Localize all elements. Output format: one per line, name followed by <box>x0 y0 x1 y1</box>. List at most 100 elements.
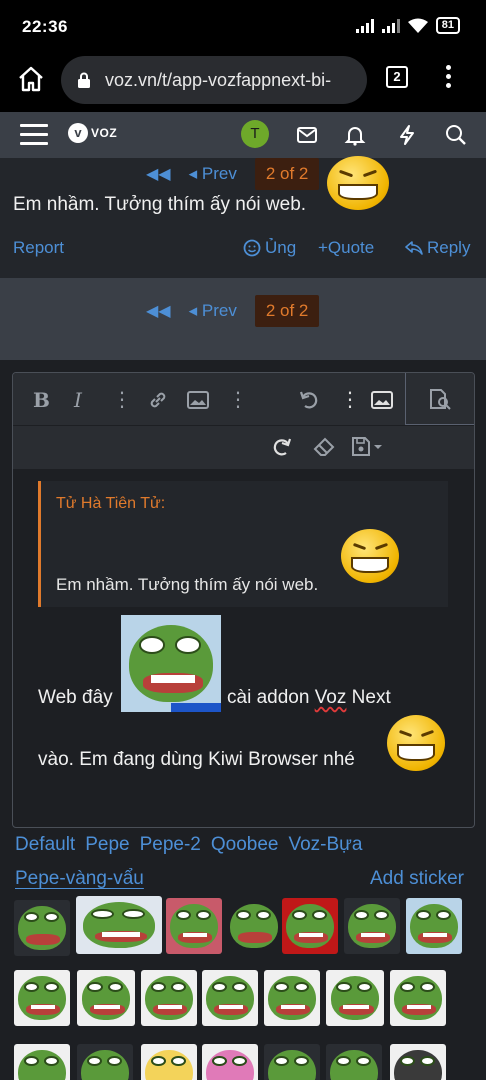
sticker-item[interactable] <box>141 970 197 1026</box>
lock-icon <box>78 72 90 88</box>
sticker-item[interactable] <box>282 898 338 954</box>
first-page-icon[interactable]: ◀◀ <box>146 301 171 321</box>
sticker-tab[interactable]: Qoobee <box>211 834 279 856</box>
editor-toolbar: B I ⋮ ⋮ ⋮ <box>13 373 474 425</box>
sticker-tab[interactable]: Pepe-2 <box>140 834 201 856</box>
link-icon[interactable] <box>147 389 169 411</box>
react-button[interactable]: Ủng <box>243 238 296 258</box>
sticker-item[interactable] <box>14 900 70 956</box>
current-page: 2 of 2 <box>254 295 320 327</box>
home-icon[interactable] <box>16 64 46 94</box>
sticker-item[interactable] <box>77 1044 133 1080</box>
laughing-emoji-icon <box>341 529 399 583</box>
tab-switcher-button[interactable]: 2 <box>386 66 408 88</box>
pager-top: ◀◀ ◂ Prev 2 of 2 <box>146 158 320 190</box>
add-sticker-link[interactable]: Add sticker <box>370 868 464 890</box>
editor-text-line2: vào. Em đang dùng Kiwi Browser nhé <box>38 749 355 770</box>
site-nav: v VOZ T <box>0 112 486 158</box>
sticker-item[interactable] <box>390 970 446 1026</box>
current-page: 2 of 2 <box>254 158 320 190</box>
logo-mark: v <box>68 123 88 143</box>
eraser-icon[interactable] <box>313 437 335 457</box>
prev-label: Prev <box>201 301 237 320</box>
sticker-item[interactable] <box>264 970 320 1026</box>
menu-icon[interactable] <box>20 124 48 151</box>
editor-text-line1b: cài addon Voz Next <box>227 687 391 709</box>
laughing-emoji-icon <box>327 156 389 210</box>
status-bar: 22:36 81 <box>0 0 486 52</box>
inbox-icon[interactable] <box>296 124 318 146</box>
sticker-tab-active[interactable]: Pepe-vàng-vẩu <box>15 868 144 890</box>
sticker-item[interactable] <box>326 1044 382 1080</box>
more-options-icon[interactable]: ⋮ <box>340 387 360 412</box>
sticker-item[interactable] <box>14 1044 70 1080</box>
search-icon[interactable] <box>445 124 467 146</box>
redo-icon[interactable] <box>270 436 292 458</box>
first-page-icon[interactable]: ◀◀ <box>146 164 171 184</box>
reply-editor[interactable]: B I ⋮ ⋮ ⋮ Tử Hà Tiên Tử: Em nhầm. Tưởng … <box>12 372 475 828</box>
reply-label: Reply <box>427 238 471 257</box>
misspelled-word[interactable]: Voz <box>315 687 347 708</box>
smiley-icon <box>243 239 261 257</box>
pager-bottom: ◀◀ ◂ Prev 2 of 2 <box>146 295 320 327</box>
pager-bar: ◀◀ ◂ Prev 2 of 2 <box>0 278 486 360</box>
status-time: 22:36 <box>22 17 68 36</box>
sticker-tab[interactable]: Default <box>15 834 75 856</box>
sticker-item[interactable] <box>76 896 162 954</box>
sticker-tab[interactable]: Pepe <box>85 834 129 856</box>
editor-text-segment: Next <box>346 687 391 708</box>
wifi-icon <box>407 18 428 33</box>
lightning-icon[interactable] <box>396 124 418 146</box>
undo-icon[interactable] <box>299 389 321 411</box>
preview-toggle[interactable] <box>405 373 474 425</box>
sticker-item[interactable] <box>202 970 258 1026</box>
sticker-item[interactable] <box>14 970 70 1026</box>
editor-toolbar-secondary <box>13 425 474 469</box>
user-avatar[interactable]: T <box>241 120 269 148</box>
bell-icon[interactable] <box>344 124 366 146</box>
sticker-item[interactable] <box>406 898 462 954</box>
report-link[interactable]: Report <box>13 238 64 258</box>
more-text-icon[interactable]: ⋮ <box>112 387 132 412</box>
laughing-emoji-icon <box>387 715 445 771</box>
italic-icon[interactable]: I <box>74 388 82 412</box>
sticker-item[interactable] <box>77 970 135 1026</box>
sticker-item[interactable] <box>166 898 222 954</box>
browser-toolbar: voz.vn/t/app-vozfappnext-bi- 2 <box>0 52 486 112</box>
sticker-item[interactable] <box>202 1044 258 1080</box>
browser-menu-icon[interactable] <box>446 65 452 89</box>
url-text: voz.vn/t/app-vozfappnext-bi- <box>105 70 332 90</box>
post-body: Em nhầm. Tưởng thím ấy nói web. <box>13 194 307 215</box>
sticker-item[interactable] <box>390 1044 446 1080</box>
more-insert-icon[interactable]: ⋮ <box>228 387 248 412</box>
reply-icon <box>405 241 423 255</box>
logo-text: VOZ <box>91 126 118 140</box>
reply-button[interactable]: Reply <box>405 238 470 258</box>
drafts-icon[interactable] <box>351 436 383 458</box>
signal-2-icon <box>381 18 400 33</box>
prev-label: Prev <box>201 164 237 183</box>
sticker-item[interactable] <box>326 970 384 1026</box>
quote-author: Tử Hà Tiên Tử: <box>56 495 166 512</box>
quote-button[interactable]: +Quote <box>318 238 374 258</box>
post-message: ◀◀ ◂ Prev 2 of 2 Em nhầm. Tưởng thím ấy … <box>0 156 486 278</box>
react-label: Ủng <box>265 238 297 257</box>
prev-page-link[interactable]: ◂ Prev <box>189 301 237 321</box>
address-bar[interactable]: voz.vn/t/app-vozfappnext-bi- <box>61 56 367 104</box>
pepe-crying-sticker <box>121 615 221 712</box>
prev-page-link[interactable]: ◂ Prev <box>189 164 237 184</box>
bold-icon[interactable]: B <box>33 388 50 412</box>
editor-text-segment: cài addon <box>227 687 315 708</box>
editor-text-line1a: Web đây <box>38 687 113 708</box>
sticker-tab[interactable]: Voz-Bựa <box>288 834 362 856</box>
site-logo[interactable]: v VOZ <box>68 123 117 143</box>
quote-text: Em nhầm. Tưởng thím ấy nói web. <box>56 575 319 594</box>
signal-icon <box>355 18 374 33</box>
battery-indicator: 81 <box>435 17 460 34</box>
image-icon[interactable] <box>187 390 209 410</box>
sticker-item[interactable] <box>141 1044 197 1080</box>
sticker-item[interactable] <box>264 1044 320 1080</box>
sticker-item[interactable] <box>226 898 282 954</box>
sticker-item[interactable] <box>344 898 400 954</box>
media-icon[interactable] <box>371 390 393 410</box>
